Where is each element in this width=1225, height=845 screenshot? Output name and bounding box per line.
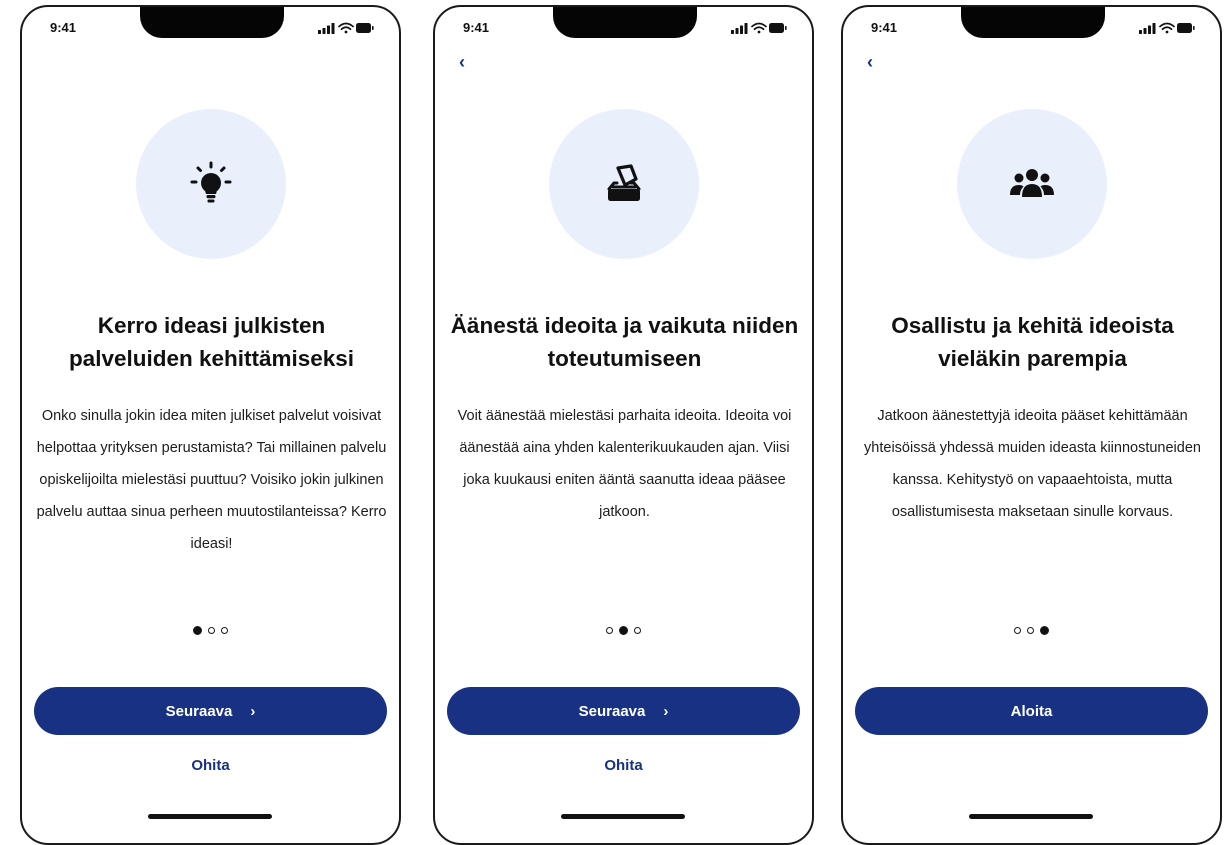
lightbulb-icon: [190, 161, 232, 203]
illustration-circle: [549, 109, 699, 259]
back-chevron-icon[interactable]: ‹: [863, 52, 877, 72]
battery-icon: [1177, 23, 1195, 33]
page-dot: [208, 627, 215, 634]
page-dot-active: [1040, 626, 1049, 635]
status-icons: [318, 22, 374, 34]
home-indicator: [148, 814, 272, 819]
status-time: 9:41: [871, 20, 898, 35]
home-indicator: [969, 814, 1093, 819]
status-time: 9:41: [463, 20, 490, 35]
next-button[interactable]: Seuraava ›: [447, 687, 800, 735]
skip-link[interactable]: Ohita: [435, 757, 812, 774]
screen-title: Kerro ideasi julkisten palveluiden kehit…: [68, 313, 355, 371]
page-indicator: [435, 626, 812, 635]
screen-title: Äänestä ideoita ja vaikuta niiden toteut…: [450, 313, 799, 371]
wifi-icon: [751, 22, 767, 34]
back-chevron-icon[interactable]: ‹: [455, 52, 469, 72]
page-indicator: [22, 626, 399, 635]
ballot-box-icon: [607, 164, 641, 201]
illustration-circle: [957, 109, 1107, 259]
onboarding-screen-2: 9:41 ‹ Äänestä ideoita ja vaikuta niiden…: [433, 5, 814, 845]
battery-icon: [769, 23, 787, 33]
onboarding-screen-1: 9:41 Kerro ideasi julkisten palveluiden …: [20, 5, 401, 845]
signal-icon: [318, 23, 335, 34]
skip-link[interactable]: Ohita: [22, 757, 399, 774]
battery-icon: [356, 23, 374, 33]
screen-title: Osallistu ja kehitä ideoista vieläkin pa…: [891, 313, 1174, 371]
screen-description: Voit äänestää mielestäsi parhaita ideoit…: [457, 408, 792, 520]
status-icons: [731, 22, 787, 34]
signal-icon: [731, 23, 748, 34]
signal-icon: [1139, 23, 1156, 34]
next-button[interactable]: Seuraava ›: [34, 687, 387, 735]
onboarding-screen-3: 9:41 ‹ Osallistu ja kehitä ideoista viel…: [841, 5, 1222, 845]
chevron-right-icon: ›: [250, 702, 256, 720]
start-button[interactable]: Aloita: [855, 687, 1208, 735]
status-icons: [1139, 22, 1195, 34]
device-notch: [553, 7, 697, 38]
people-group-icon: [1010, 169, 1054, 197]
wifi-icon: [1159, 22, 1175, 34]
home-indicator: [561, 814, 685, 819]
device-notch: [140, 7, 284, 38]
next-button-label: Seuraava: [165, 702, 233, 720]
chevron-right-icon: ›: [663, 702, 669, 720]
status-time: 9:41: [50, 20, 77, 35]
page-dot: [1014, 627, 1021, 634]
screen-description: Onko sinulla jokin idea miten julkiset p…: [36, 408, 387, 552]
wifi-icon: [338, 22, 354, 34]
page-dot: [606, 627, 613, 634]
page-dot-active: [619, 626, 628, 635]
start-button-label: Aloita: [1010, 702, 1053, 720]
page-dot-active: [193, 626, 202, 635]
device-notch: [961, 7, 1105, 38]
next-button-label: Seuraava: [578, 702, 646, 720]
page-indicator: [843, 626, 1220, 635]
page-dot: [634, 627, 641, 634]
screen-description: Jatkoon äänestettyjä ideoita pääset kehi…: [864, 408, 1201, 520]
illustration-circle: [136, 109, 286, 259]
page-dot: [1027, 627, 1034, 634]
page-dot: [221, 627, 228, 634]
